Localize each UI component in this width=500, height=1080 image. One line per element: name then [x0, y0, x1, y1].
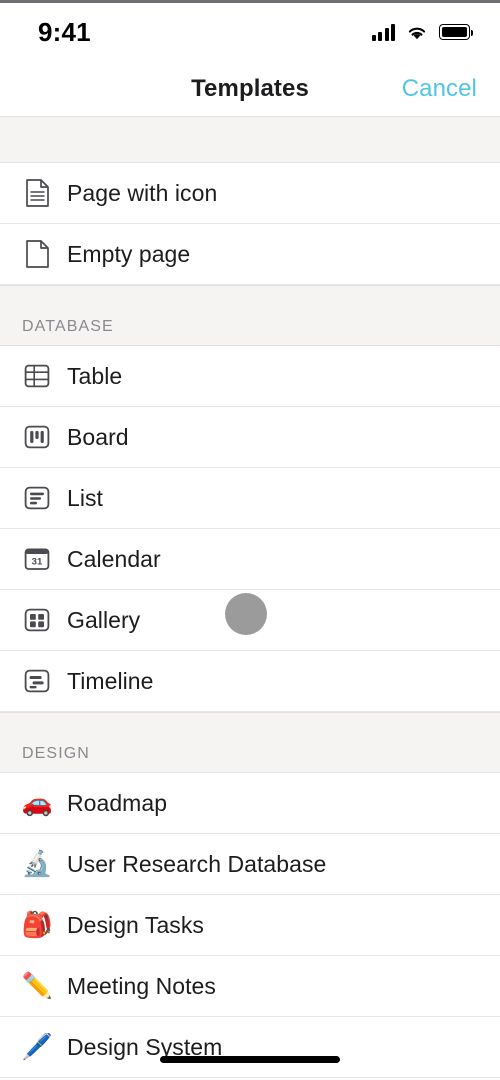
wifi-icon [408, 27, 426, 39]
list-item-timeline[interactable]: Timeline [0, 651, 500, 712]
section-header-database: DATABASE [0, 285, 500, 346]
list-item-label: List [67, 484, 103, 511]
pen-emoji: 🖊️ [21, 1032, 53, 1061]
status-bar-indicators [371, 23, 474, 41]
list-item-label: User Research Database [67, 850, 327, 877]
timeline-bars-icon [22, 666, 52, 696]
navigation-bar: Templates Cancel [0, 61, 500, 116]
microscope-emoji: 🔬 [21, 849, 53, 878]
document-lines-icon [22, 178, 52, 208]
list-item-empty-page[interactable]: Empty page [0, 224, 500, 285]
section-header-label: DATABASE [22, 318, 114, 335]
list-section-gap [0, 116, 500, 163]
phone-screen: 9:41 Templates Cancel Page with icon Emp… [0, 0, 500, 1080]
list-item-board[interactable]: Board [0, 407, 500, 468]
cellular-signal-icon [371, 23, 395, 41]
home-indicator[interactable] [160, 1056, 340, 1063]
list-item-page-with-icon[interactable]: Page with icon [0, 163, 500, 224]
section-header-label: DESIGN [22, 745, 90, 762]
list-item-user-research-database[interactable]: 🔬 User Research Database [0, 834, 500, 895]
list-item-label: Page with icon [67, 179, 218, 206]
status-bar-clock: 9:41 [38, 16, 91, 47]
status-bar: 9:41 [0, 3, 500, 61]
board-columns-icon [22, 422, 52, 452]
list-item-design-tasks[interactable]: 🎒 Design Tasks [0, 895, 500, 956]
backpack-emoji: 🎒 [21, 910, 53, 939]
section-header-design: DESIGN [0, 712, 500, 773]
cancel-button[interactable]: Cancel [402, 75, 477, 103]
car-emoji: 🚗 [21, 788, 53, 817]
list-item-table[interactable]: Table [0, 346, 500, 407]
calendar-31-icon: 31 [22, 544, 52, 574]
calendar-day-number: 31 [32, 556, 43, 567]
list-lines-icon [22, 483, 52, 513]
list-item-roadmap[interactable]: 🚗 Roadmap [0, 773, 500, 834]
list-item-calendar[interactable]: 31 Calendar [0, 529, 500, 590]
touch-point-indicator [225, 593, 267, 635]
gallery-grid-icon [22, 605, 52, 635]
list-item-label: Gallery [67, 606, 141, 633]
list-item-label: Roadmap [67, 789, 168, 816]
pencil-emoji: ✏️ [21, 971, 53, 1000]
table-grid-icon [22, 361, 52, 391]
list-item-label: Timeline [67, 667, 154, 694]
list-item-label: Table [67, 362, 123, 389]
list-item-label: Board [67, 423, 129, 450]
list-item-design-system[interactable]: 🖊️ Design System [0, 1017, 500, 1078]
list-item-label: Meeting Notes [67, 972, 216, 999]
list-item-label: Design Tasks [67, 911, 204, 938]
list-item-meeting-notes[interactable]: ✏️ Meeting Notes [0, 956, 500, 1017]
list-item-label: Empty page [67, 240, 191, 267]
document-blank-icon [22, 239, 52, 269]
list-item-list[interactable]: List [0, 468, 500, 529]
battery-full-icon [439, 24, 474, 40]
page-title: Templates [191, 74, 309, 102]
list-item-label: Calendar [67, 545, 161, 572]
